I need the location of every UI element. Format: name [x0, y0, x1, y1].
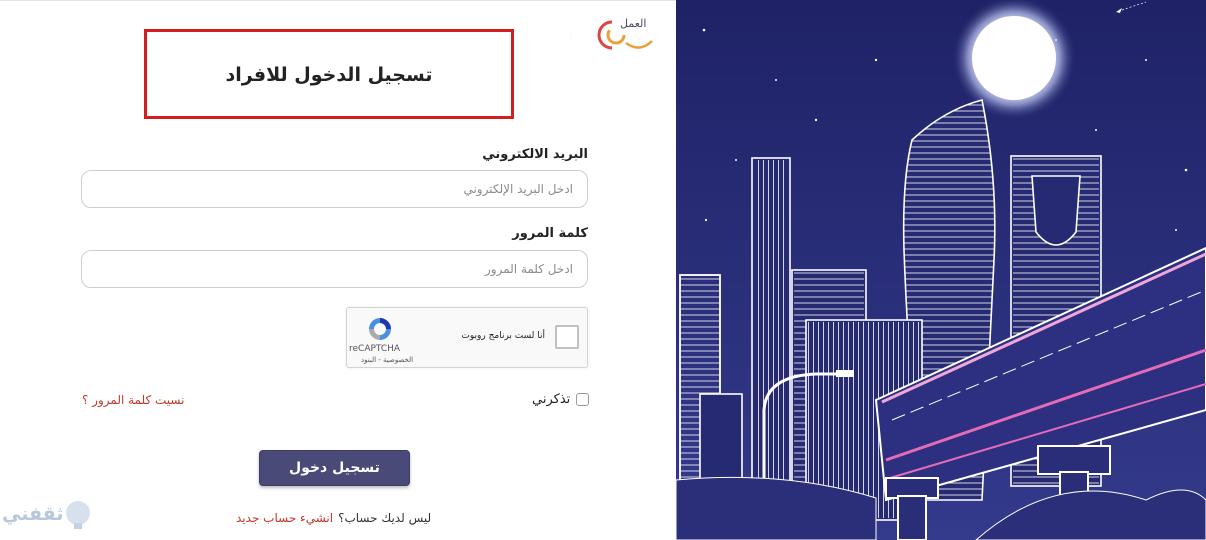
- remember-me-checkbox[interactable]: [576, 393, 590, 406]
- signup-link[interactable]: انشيء حساب جديد: [236, 511, 333, 525]
- remember-me[interactable]: تذكرني: [532, 392, 590, 407]
- remember-me-label: تذكرني: [532, 392, 571, 407]
- city-illustration: [676, 0, 1206, 540]
- moon: [972, 16, 1056, 100]
- recaptcha-checkbox[interactable]: [555, 325, 579, 349]
- signup-prompt: ليس لديك حساب؟ انشيء حساب جديد: [236, 511, 431, 525]
- password-label: كلمة المرور: [512, 226, 588, 241]
- login-panel: العمل تسجيل الدخول للافراد البريد الالكت…: [0, 0, 676, 540]
- email-field[interactable]: [81, 170, 588, 208]
- title-highlight-box: تسجيل الدخول للافراد: [144, 29, 514, 119]
- recaptcha-label: أنا لست برنامج روبوت: [461, 331, 545, 341]
- login-button[interactable]: تسجيل دخول: [259, 450, 410, 486]
- recaptcha-brand: reCAPTCHA: [349, 344, 401, 354]
- logo-text: العمل: [620, 17, 647, 30]
- page-title: تسجيل الدخول للافراد: [225, 64, 433, 86]
- forgot-password-link[interactable]: نسيت كلمة المرور ؟: [82, 393, 184, 407]
- recaptcha-widget: أنا لست برنامج روبوت reCAPTCHA الخصوصية …: [346, 307, 588, 368]
- signup-question: ليس لديك حساب؟: [338, 511, 432, 525]
- watermark-text: ثقفني: [2, 503, 64, 525]
- email-label: البريد الالكتروني: [482, 147, 588, 162]
- recaptcha-links[interactable]: الخصوصية - البنود: [361, 356, 413, 364]
- password-field[interactable]: [81, 250, 588, 288]
- recaptcha-icon: [369, 318, 391, 340]
